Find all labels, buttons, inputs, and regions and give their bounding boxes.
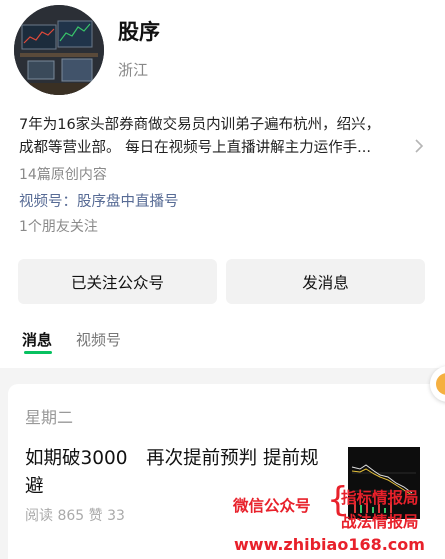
send-message-button[interactable]: 发消息 <box>226 259 425 304</box>
avatar[interactable] <box>14 5 104 95</box>
bio-line: 7年为16家头部券商做交易员内训弟子遍布杭州，绍兴， <box>19 117 381 133</box>
active-tab-indicator <box>24 351 52 354</box>
chevron-right-icon[interactable] <box>414 138 424 157</box>
account-name: 股序 <box>118 20 160 44</box>
friends-following[interactable]: 1个朋友关注 <box>19 216 98 236</box>
article-title[interactable]: 如期破3000 再次提前预判 提前规避 <box>25 445 325 501</box>
message-date: 星期二 <box>25 408 74 427</box>
account-region: 浙江 <box>118 61 149 79</box>
avatar-photo-icon <box>14 5 104 95</box>
floating-avatar-icon <box>436 373 445 395</box>
article-thumbnail[interactable] <box>348 447 420 519</box>
watermark-text: 指标情报局 <box>341 489 419 507</box>
video-channel-link[interactable]: 视频号：股序盘中直播号 <box>19 190 179 211</box>
stock-chart-thumbnail-icon <box>348 447 420 519</box>
profile-header: 股序 浙江 <box>0 0 445 110</box>
bio-line: 成都等营业部。 每日在视频号上直播讲解主力运作手... <box>19 140 371 156</box>
tab-video-channel[interactable]: 视频号 <box>76 329 121 350</box>
watermark-url: www.zhibiao168.com <box>234 535 425 554</box>
followed-button[interactable]: 已关注公众号 <box>18 259 217 304</box>
article-stats: 阅读 865 赞 33 <box>25 508 125 524</box>
tab-messages[interactable]: 消息 <box>22 329 52 350</box>
watermark-text: 微信公众号 <box>233 497 311 515</box>
watermark-text: 战法情报局 <box>341 513 419 531</box>
account-bio[interactable]: 7年为16家头部券商做交易员内训弟子遍布杭州，绍兴， 成都等营业部。 每日在视频… <box>19 114 419 160</box>
original-article-count: 14篇原创内容 <box>19 167 107 183</box>
tab-bar: 消息 视频号 <box>0 329 445 359</box>
